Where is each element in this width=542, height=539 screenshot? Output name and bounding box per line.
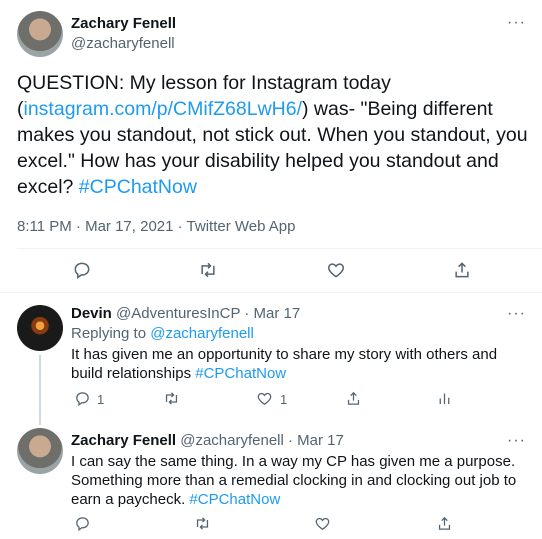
reply-header: Zachary Fenell @zacharyfenell · Mar 17	[71, 432, 344, 449]
reply-header: Devin @AdventuresInCP · Mar 17	[71, 305, 300, 322]
author-name[interactable]: Zachary Fenell	[71, 15, 176, 32]
author-handle[interactable]: @AdventuresInCP	[116, 305, 240, 322]
like-count: 1	[280, 392, 288, 407]
analytics-icon[interactable]	[436, 390, 453, 407]
avatar[interactable]	[17, 11, 63, 57]
reply-text: It has given me an opportunity to share …	[71, 345, 531, 383]
reply-date[interactable]: · Mar 17	[288, 432, 344, 449]
reply-icon[interactable]	[74, 390, 91, 407]
retweet-icon[interactable]	[162, 390, 181, 407]
more-options-button[interactable]: ···	[507, 432, 526, 450]
more-options-button[interactable]: ···	[507, 305, 526, 323]
tweet-timestamp[interactable]: 8:11 PM · Mar 17, 2021 · Twitter Web App	[17, 218, 295, 235]
reply-date[interactable]: · Mar 17	[244, 305, 300, 322]
retweet-icon[interactable]	[193, 515, 212, 532]
tweet-text: QUESTION: My lesson for Instagram today …	[17, 70, 532, 200]
more-options-button[interactable]: ···	[507, 14, 526, 32]
author-name[interactable]: Devin	[71, 305, 112, 322]
retweet-icon[interactable]	[197, 260, 219, 280]
reply-icon[interactable]	[72, 260, 92, 280]
avatar[interactable]	[17, 305, 63, 351]
avatar[interactable]	[17, 428, 63, 474]
replying-to-handle[interactable]: @zacharyfenell	[150, 325, 254, 342]
author-name[interactable]: Zachary Fenell	[71, 432, 176, 449]
share-icon[interactable]	[436, 515, 453, 532]
hashtag-link[interactable]: #CPChatNow	[195, 365, 286, 382]
reply-text-part: I can say the same thing. In a way my CP…	[71, 453, 517, 508]
like-icon[interactable]	[314, 515, 331, 532]
author-handle[interactable]: @zacharyfenell	[180, 432, 284, 449]
author-handle[interactable]: @zacharyfenell	[71, 35, 175, 52]
share-icon[interactable]	[452, 260, 472, 280]
replying-to: Replying to @zacharyfenell	[71, 325, 254, 342]
tweet-link[interactable]: instagram.com/p/CMifZ68LwH6/	[24, 98, 303, 120]
hashtag-link[interactable]: #CPChatNow	[79, 176, 197, 198]
share-icon[interactable]	[345, 390, 362, 407]
reply-count: 1	[97, 392, 105, 407]
like-icon[interactable]	[326, 260, 346, 280]
divider	[0, 292, 542, 293]
reply-text: I can say the same thing. In a way my CP…	[71, 452, 531, 509]
replying-to-label: Replying to	[71, 325, 151, 342]
reply-icon[interactable]	[74, 515, 91, 532]
hashtag-link[interactable]: #CPChatNow	[189, 491, 280, 508]
like-icon[interactable]	[256, 390, 273, 407]
thread-line	[39, 355, 41, 425]
divider	[17, 248, 542, 249]
